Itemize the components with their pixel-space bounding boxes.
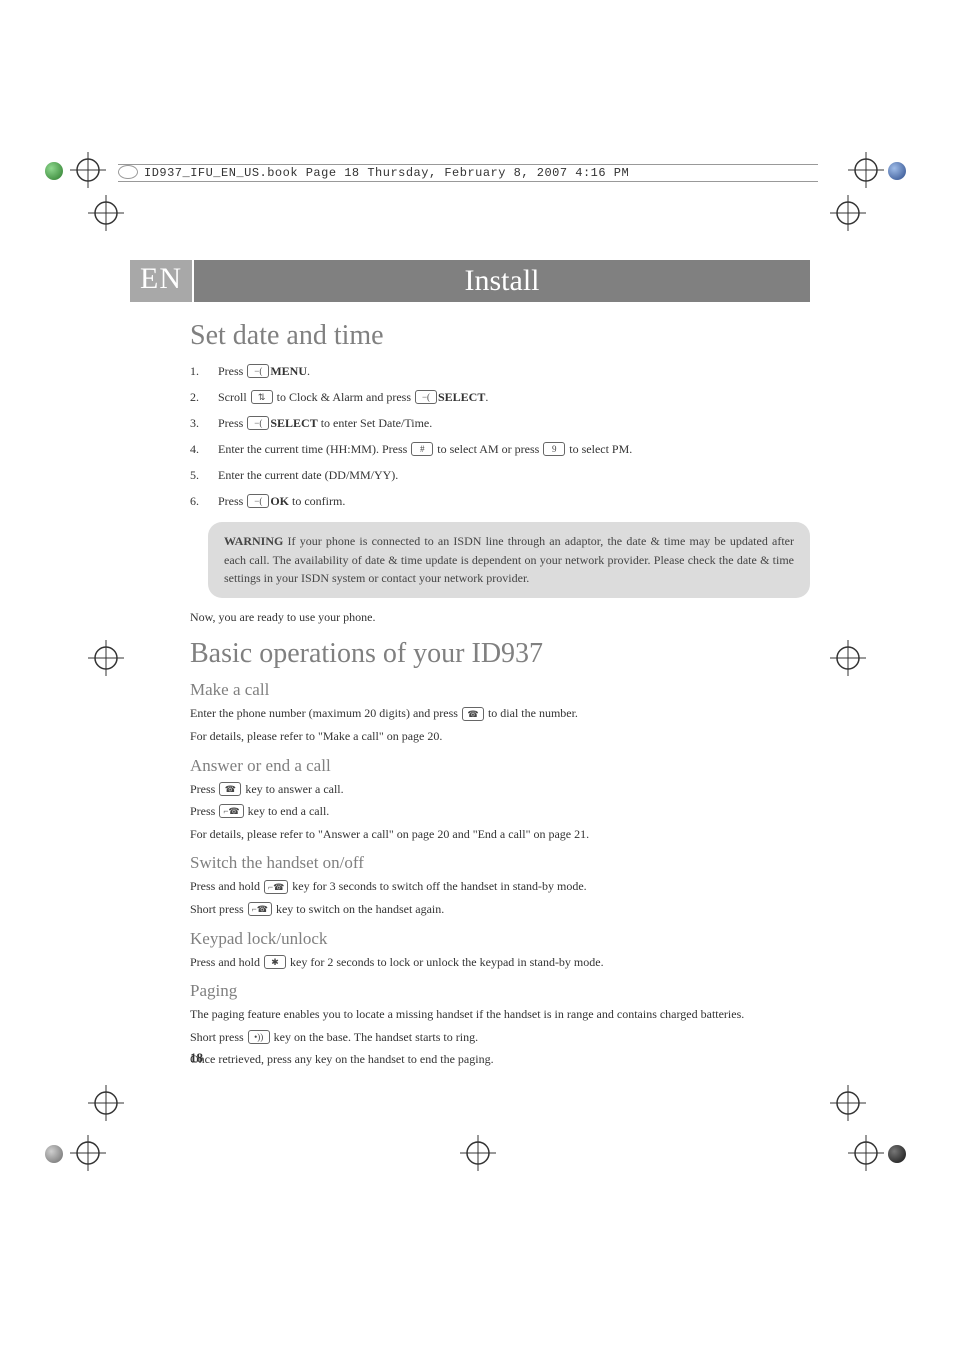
hash-key-icon: # — [411, 442, 433, 456]
end-key-icon: ⌐☎ — [264, 880, 288, 894]
warning-text: If your phone is connected to an ISDN li… — [224, 534, 794, 585]
answer-p1: Press ☎ key to answer a call. — [190, 780, 810, 799]
step-2: Scroll ⇅ to Clock & Alarm and press −(SE… — [190, 384, 810, 410]
end-key-icon: ⌐☎ — [219, 804, 243, 818]
make-call-p2: For details, please refer to "Make a cal… — [190, 727, 810, 746]
collation-text: ID937_IFU_EN_US.book Page 18 Thursday, F… — [144, 166, 629, 180]
collation-header: ID937_IFU_EN_US.book Page 18 Thursday, F… — [118, 164, 818, 182]
chapter-title: Install — [194, 260, 810, 302]
reg-mark-icon — [70, 152, 106, 188]
sub-paging: Paging — [190, 981, 810, 1001]
end-key-icon: ⌐☎ — [248, 902, 272, 916]
step-1: Press −(MENU. — [190, 358, 810, 384]
talk-key-icon: ☎ — [462, 707, 484, 721]
corner-bead-tr — [888, 162, 906, 180]
paging-p2: Short press •)) key on the base. The han… — [190, 1028, 810, 1047]
reg-mark-icon — [88, 640, 124, 676]
reg-mark-icon — [830, 195, 866, 231]
keypad-p1: Press and hold ✱ key for 2 seconds to lo… — [190, 953, 810, 972]
step-6: Press −(OK to confirm. — [190, 488, 810, 514]
language-badge: EN — [130, 260, 192, 302]
reg-mark-icon — [70, 1135, 106, 1171]
reg-mark-icon — [848, 1135, 884, 1171]
sub-keypad: Keypad lock/unlock — [190, 929, 810, 949]
softkey-icon: −( — [415, 390, 437, 404]
corner-bead-bl — [45, 1145, 63, 1163]
chapter-header: EN Install — [130, 260, 810, 302]
section-set-date-time: Set date and time — [190, 320, 810, 352]
warning-box: WARNING If your phone is connected to an… — [208, 522, 810, 598]
section-basic-ops: Basic operations of your ID937 — [190, 638, 810, 670]
page-number: 18 — [190, 1050, 203, 1066]
softkey-icon: −( — [247, 494, 269, 508]
star-key-icon: ✱ — [264, 955, 286, 969]
make-call-p1: Enter the phone number (maximum 20 digit… — [190, 704, 810, 723]
step-3: Press −(SELECT to enter Set Date/Time. — [190, 410, 810, 436]
reg-mark-icon — [460, 1135, 496, 1171]
page-content: EN Install Set date and time Press −(MEN… — [190, 260, 810, 1073]
sub-answer: Answer or end a call — [190, 756, 810, 776]
warning-label: WARNING — [224, 534, 283, 548]
steps-list: Press −(MENU. Scroll ⇅ to Clock & Alarm … — [190, 358, 810, 514]
step-4: Enter the current time (HH:MM). Press # … — [190, 436, 810, 462]
reg-mark-icon — [830, 640, 866, 676]
sub-switch: Switch the handset on/off — [190, 853, 810, 873]
nine-key-icon: 9 — [543, 442, 565, 456]
switch-p1: Press and hold ⌐☎ key for 3 seconds to s… — [190, 877, 810, 896]
reg-mark-icon — [88, 195, 124, 231]
step-5: Enter the current date (DD/MM/YY). — [190, 462, 810, 488]
corner-bead-br — [888, 1145, 906, 1163]
answer-p3: For details, please refer to "Answer a c… — [190, 825, 810, 844]
page-key-icon: •)) — [248, 1030, 270, 1044]
corner-bead-tl — [45, 162, 63, 180]
softkey-icon: −( — [247, 416, 269, 430]
ready-text: Now, you are ready to use your phone. — [190, 608, 810, 627]
switch-p2: Short press ⌐☎ key to switch on the hand… — [190, 900, 810, 919]
reg-mark-icon — [830, 1085, 866, 1121]
nav-icon: ⇅ — [251, 390, 273, 404]
reg-mark-icon — [88, 1085, 124, 1121]
paging-p1: The paging feature enables you to locate… — [190, 1005, 810, 1024]
softkey-icon: −( — [247, 364, 269, 378]
reg-mark-icon — [848, 152, 884, 188]
answer-p2: Press ⌐☎ key to end a call. — [190, 802, 810, 821]
sub-make-call: Make a call — [190, 680, 810, 700]
paging-p3: Once retrieved, press any key on the han… — [190, 1050, 810, 1069]
talk-key-icon: ☎ — [219, 782, 241, 796]
